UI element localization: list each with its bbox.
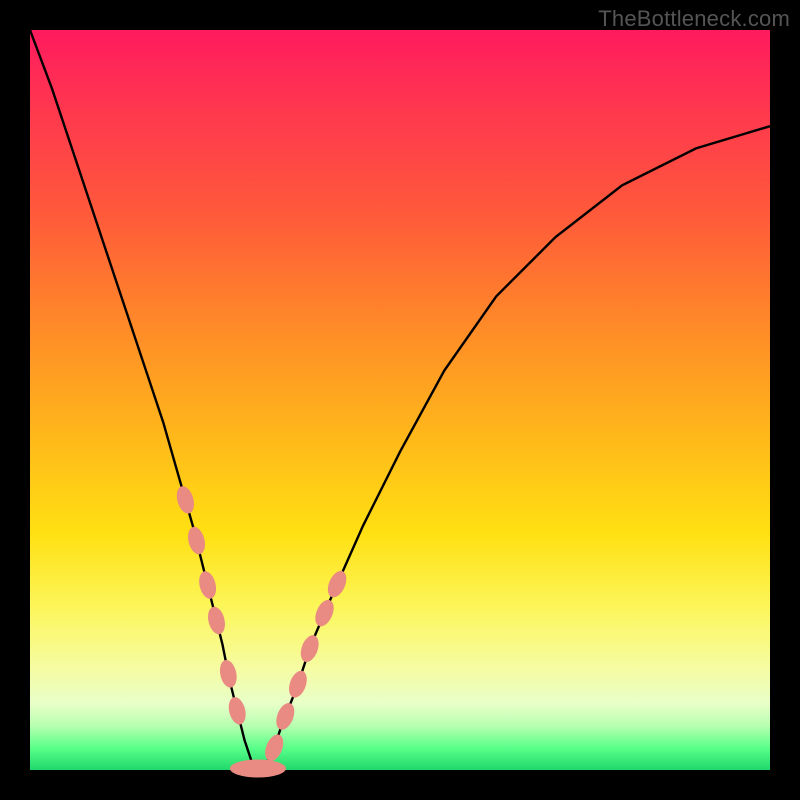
attribution-text: TheBottleneck.com [598,6,790,32]
hardware-points-group [174,484,350,777]
hardware-point [196,569,218,600]
hardware-point [218,658,240,689]
hardware-point [324,568,350,600]
hardware-point [262,732,287,764]
chart-frame: TheBottleneck.com [0,0,800,800]
plot-area [30,30,770,770]
hardware-point [185,525,207,556]
hardware-point [205,605,227,636]
hardware-point [230,760,286,778]
hardware-point [297,633,322,665]
curve-svg [30,30,770,770]
hardware-point [226,695,248,726]
hardware-point [312,597,338,629]
bottleneck-curve [30,30,770,770]
hardware-point [273,700,298,732]
hardware-point [286,668,310,700]
hardware-point [174,484,197,515]
